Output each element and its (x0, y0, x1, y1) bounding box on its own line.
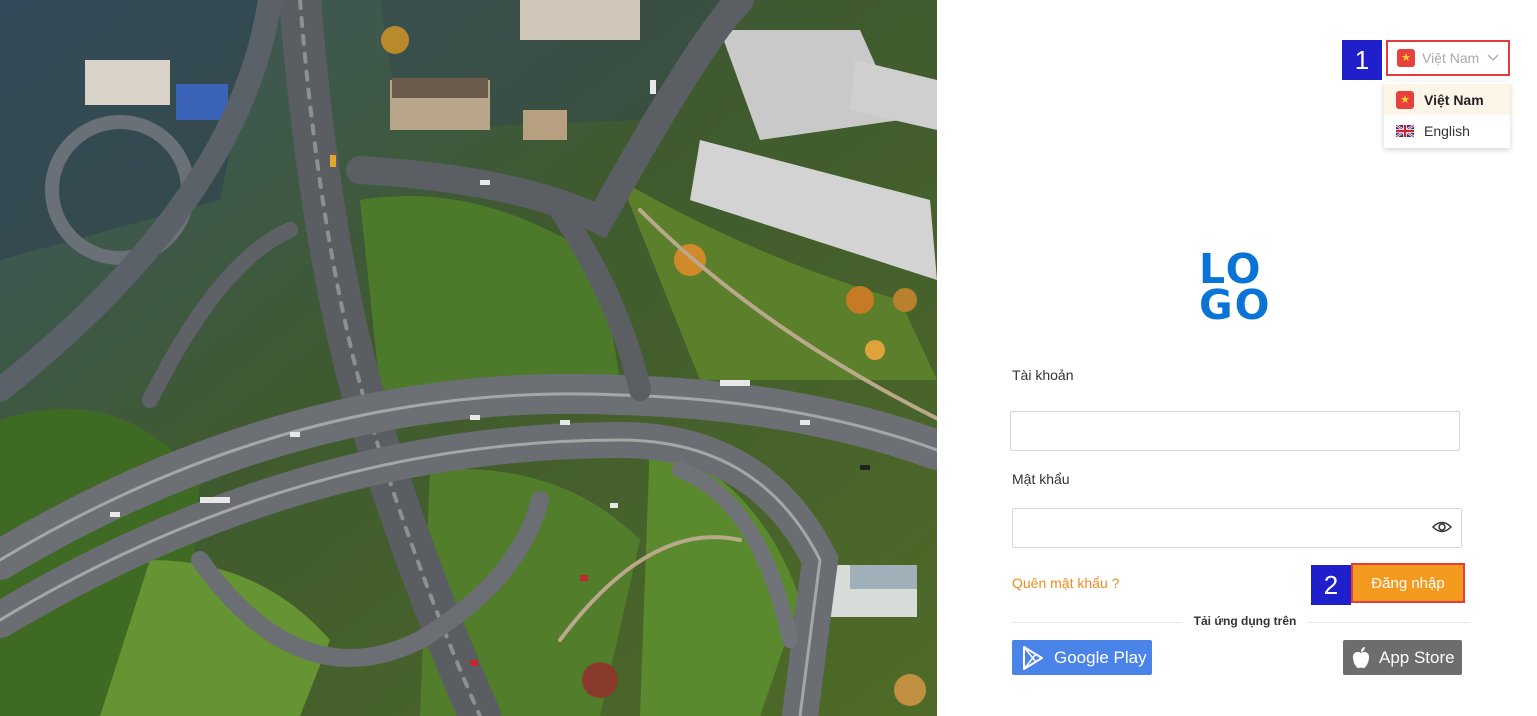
google-play-label: Google Play (1054, 647, 1147, 667)
annotation-badge-2: 2 (1311, 565, 1351, 605)
apple-icon (1353, 646, 1369, 668)
language-option-label: Việt Nam (1424, 91, 1484, 108)
app-store-button[interactable]: App Store (1343, 640, 1462, 675)
language-option-english[interactable]: English (1384, 115, 1510, 146)
username-label: Tài khoản (1012, 367, 1074, 383)
language-select[interactable]: ★ Việt Nam (1386, 40, 1510, 76)
language-option-vietnam[interactable]: ★ Việt Nam (1384, 84, 1510, 115)
google-play-icon (1023, 645, 1043, 670)
language-option-label: English (1424, 122, 1470, 139)
annotation-badge-1: 1 (1342, 40, 1382, 80)
show-password-eye-icon[interactable] (1432, 519, 1452, 535)
aerial-highway-illustration (0, 0, 937, 716)
google-play-button[interactable]: Google Play (1012, 640, 1152, 675)
brand-logo: LO GO (1199, 249, 1275, 329)
chevron-down-icon (1487, 54, 1499, 61)
divider-right (1308, 622, 1470, 623)
forgot-password-link[interactable]: Quên mật khẩu ? (1012, 575, 1119, 591)
language-select-value: Việt Nam (1422, 50, 1480, 66)
password-label: Mật khẩu (1012, 471, 1070, 487)
password-input[interactable] (1012, 508, 1462, 548)
app-store-label: App Store (1379, 647, 1455, 667)
uk-flag-icon (1396, 123, 1414, 138)
hero-aerial-photo (0, 0, 937, 716)
username-input[interactable] (1010, 411, 1460, 451)
divider-left (1012, 622, 1182, 623)
language-dropdown-menu: ★ Việt Nam English (1384, 82, 1510, 148)
download-app-label: Tải ứng dụng trên (1193, 614, 1297, 628)
vietnam-flag-icon: ★ (1397, 49, 1415, 67)
logo-line-2: GO (1199, 281, 1272, 329)
vietnam-flag-icon: ★ (1396, 90, 1414, 109)
login-button[interactable]: Đăng nhập (1351, 563, 1465, 603)
